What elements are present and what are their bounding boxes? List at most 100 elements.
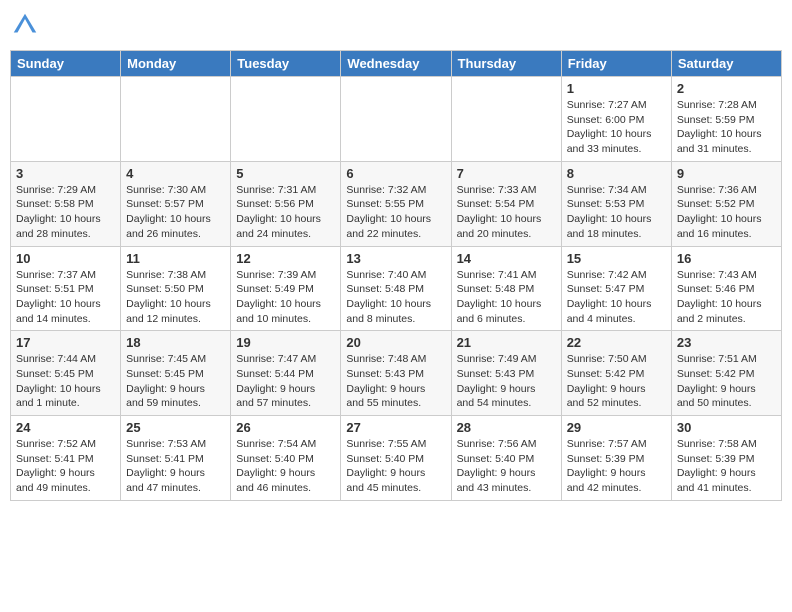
calendar-cell: 5 Sunrise: 7:31 AM Sunset: 5:56 PM Daylig… — [231, 161, 341, 246]
calendar-cell — [451, 77, 561, 162]
header-row: SundayMondayTuesdayWednesdayThursdayFrid… — [11, 51, 782, 77]
col-header-sunday: Sunday — [11, 51, 121, 77]
calendar-cell — [231, 77, 341, 162]
day-number: 6 — [346, 166, 445, 181]
col-header-saturday: Saturday — [671, 51, 781, 77]
calendar-cell: 6 Sunrise: 7:32 AM Sunset: 5:55 PM Daylig… — [341, 161, 451, 246]
calendar-cell: 8 Sunrise: 7:34 AM Sunset: 5:53 PM Daylig… — [561, 161, 671, 246]
calendar-cell: 17 Sunrise: 7:44 AM Sunset: 5:45 PM Dayli… — [11, 331, 121, 416]
calendar-cell: 12Sunrise: 7:39 AM Sunset: 5:49 PM Dayli… — [231, 246, 341, 331]
day-info: Sunrise: 7:44 AM Sunset: 5:45 PM Dayligh… — [16, 353, 101, 409]
day-number: 20 — [346, 335, 445, 350]
day-info: Sunrise: 7:28 AM Sunset: 5:59 PM Dayligh… — [677, 99, 762, 155]
week-row-3: 17 Sunrise: 7:44 AM Sunset: 5:45 PM Dayli… — [11, 331, 782, 416]
day-number: 24 — [16, 420, 115, 435]
calendar-cell: 25 Sunrise: 7:53 AM Sunset: 5:41 PM Dayli… — [121, 416, 231, 501]
day-number: 3 — [16, 166, 115, 181]
logo — [10, 10, 44, 40]
day-info: Sunrise: 7:49 AM Sunset: 5:43 PM Dayligh… — [457, 353, 537, 409]
calendar-cell: 11 Sunrise: 7:38 AM Sunset: 5:50 PM Dayli… — [121, 246, 231, 331]
day-info: Sunrise: 7:58 AM Sunset: 5:39 PM Dayligh… — [677, 438, 757, 494]
day-info: Sunrise: 7:48 AM Sunset: 5:43 PM Dayligh… — [346, 353, 426, 409]
calendar-cell: 7 Sunrise: 7:33 AM Sunset: 5:54 PM Daylig… — [451, 161, 561, 246]
day-info: Sunrise: 7:53 AM Sunset: 5:41 PM Dayligh… — [126, 438, 206, 494]
calendar-cell: 15 Sunrise: 7:42 AM Sunset: 5:47 PM Dayli… — [561, 246, 671, 331]
calendar-cell: 30 Sunrise: 7:58 AM Sunset: 5:39 PM Dayli… — [671, 416, 781, 501]
col-header-monday: Monday — [121, 51, 231, 77]
col-header-thursday: Thursday — [451, 51, 561, 77]
col-header-friday: Friday — [561, 51, 671, 77]
day-number: 18 — [126, 335, 225, 350]
calendar-cell: 20 Sunrise: 7:48 AM Sunset: 5:43 PM Dayli… — [341, 331, 451, 416]
day-info: Sunrise: 7:47 AM Sunset: 5:44 PM Dayligh… — [236, 353, 316, 409]
day-info: Sunrise: 7:50 AM Sunset: 5:42 PM Dayligh… — [567, 353, 647, 409]
day-info: Sunrise: 7:30 AM Sunset: 5:57 PM Dayligh… — [126, 184, 211, 240]
day-info: Sunrise: 7:38 AM Sunset: 5:50 PM Dayligh… — [126, 269, 211, 325]
calendar-cell: 13 Sunrise: 7:40 AM Sunset: 5:48 PM Dayli… — [341, 246, 451, 331]
day-info: Sunrise: 7:31 AM Sunset: 5:56 PM Dayligh… — [236, 184, 321, 240]
calendar-cell: 19 Sunrise: 7:47 AM Sunset: 5:44 PM Dayli… — [231, 331, 341, 416]
day-number: 12 — [236, 251, 335, 266]
day-number: 13 — [346, 251, 445, 266]
day-info: Sunrise: 7:45 AM Sunset: 5:45 PM Dayligh… — [126, 353, 206, 409]
day-number: 10 — [16, 251, 115, 266]
day-number: 17 — [16, 335, 115, 350]
day-number: 5 — [236, 166, 335, 181]
week-row-4: 24 Sunrise: 7:52 AM Sunset: 5:41 PM Dayli… — [11, 416, 782, 501]
page-header — [10, 10, 782, 40]
day-number: 8 — [567, 166, 666, 181]
day-number: 9 — [677, 166, 776, 181]
day-info: Sunrise: 7:33 AM Sunset: 5:54 PM Dayligh… — [457, 184, 542, 240]
week-row-0: 1Sunrise: 7:27 AM Sunset: 6:00 PM Daylig… — [11, 77, 782, 162]
day-number: 7 — [457, 166, 556, 181]
day-number: 23 — [677, 335, 776, 350]
day-info: Sunrise: 7:54 AM Sunset: 5:40 PM Dayligh… — [236, 438, 316, 494]
day-number: 27 — [346, 420, 445, 435]
calendar-cell: 1Sunrise: 7:27 AM Sunset: 6:00 PM Daylig… — [561, 77, 671, 162]
day-info: Sunrise: 7:40 AM Sunset: 5:48 PM Dayligh… — [346, 269, 431, 325]
day-info: Sunrise: 7:37 AM Sunset: 5:51 PM Dayligh… — [16, 269, 101, 325]
calendar-cell: 14Sunrise: 7:41 AM Sunset: 5:48 PM Dayli… — [451, 246, 561, 331]
day-number: 21 — [457, 335, 556, 350]
calendar-cell: 10 Sunrise: 7:37 AM Sunset: 5:51 PM Dayli… — [11, 246, 121, 331]
day-number: 30 — [677, 420, 776, 435]
day-info: Sunrise: 7:52 AM Sunset: 5:41 PM Dayligh… — [16, 438, 96, 494]
day-number: 15 — [567, 251, 666, 266]
day-number: 11 — [126, 251, 225, 266]
day-info: Sunrise: 7:34 AM Sunset: 5:53 PM Dayligh… — [567, 184, 652, 240]
day-info: Sunrise: 7:51 AM Sunset: 5:42 PM Dayligh… — [677, 353, 757, 409]
day-info: Sunrise: 7:36 AM Sunset: 5:52 PM Dayligh… — [677, 184, 762, 240]
calendar-cell: 27 Sunrise: 7:55 AM Sunset: 5:40 PM Dayli… — [341, 416, 451, 501]
calendar-cell — [341, 77, 451, 162]
calendar-cell: 18 Sunrise: 7:45 AM Sunset: 5:45 PM Dayli… — [121, 331, 231, 416]
calendar-cell: 23 Sunrise: 7:51 AM Sunset: 5:42 PM Dayli… — [671, 331, 781, 416]
day-info: Sunrise: 7:42 AM Sunset: 5:47 PM Dayligh… — [567, 269, 652, 325]
day-number: 4 — [126, 166, 225, 181]
calendar-cell: 3Sunrise: 7:29 AM Sunset: 5:58 PM Daylig… — [11, 161, 121, 246]
day-info: Sunrise: 7:56 AM Sunset: 5:40 PM Dayligh… — [457, 438, 537, 494]
day-number: 28 — [457, 420, 556, 435]
day-number: 16 — [677, 251, 776, 266]
calendar-cell: 21 Sunrise: 7:49 AM Sunset: 5:43 PM Dayli… — [451, 331, 561, 416]
day-info: Sunrise: 7:43 AM Sunset: 5:46 PM Dayligh… — [677, 269, 762, 325]
calendar-cell: 22 Sunrise: 7:50 AM Sunset: 5:42 PM Dayli… — [561, 331, 671, 416]
day-number: 22 — [567, 335, 666, 350]
calendar-cell: 24 Sunrise: 7:52 AM Sunset: 5:41 PM Dayli… — [11, 416, 121, 501]
logo-icon — [10, 10, 40, 40]
day-number: 19 — [236, 335, 335, 350]
day-info: Sunrise: 7:41 AM Sunset: 5:48 PM Dayligh… — [457, 269, 542, 325]
col-header-wednesday: Wednesday — [341, 51, 451, 77]
day-number: 2 — [677, 81, 776, 96]
day-info: Sunrise: 7:32 AM Sunset: 5:55 PM Dayligh… — [346, 184, 431, 240]
day-info: Sunrise: 7:57 AM Sunset: 5:39 PM Dayligh… — [567, 438, 647, 494]
calendar-cell — [11, 77, 121, 162]
day-number: 25 — [126, 420, 225, 435]
day-info: Sunrise: 7:27 AM Sunset: 6:00 PM Dayligh… — [567, 99, 652, 155]
calendar-cell: 16 Sunrise: 7:43 AM Sunset: 5:46 PM Dayli… — [671, 246, 781, 331]
day-number: 26 — [236, 420, 335, 435]
calendar-cell: 28 Sunrise: 7:56 AM Sunset: 5:40 PM Dayli… — [451, 416, 561, 501]
calendar-cell: 2 Sunrise: 7:28 AM Sunset: 5:59 PM Daylig… — [671, 77, 781, 162]
day-info: Sunrise: 7:55 AM Sunset: 5:40 PM Dayligh… — [346, 438, 426, 494]
col-header-tuesday: Tuesday — [231, 51, 341, 77]
calendar-table: SundayMondayTuesdayWednesdayThursdayFrid… — [10, 50, 782, 501]
